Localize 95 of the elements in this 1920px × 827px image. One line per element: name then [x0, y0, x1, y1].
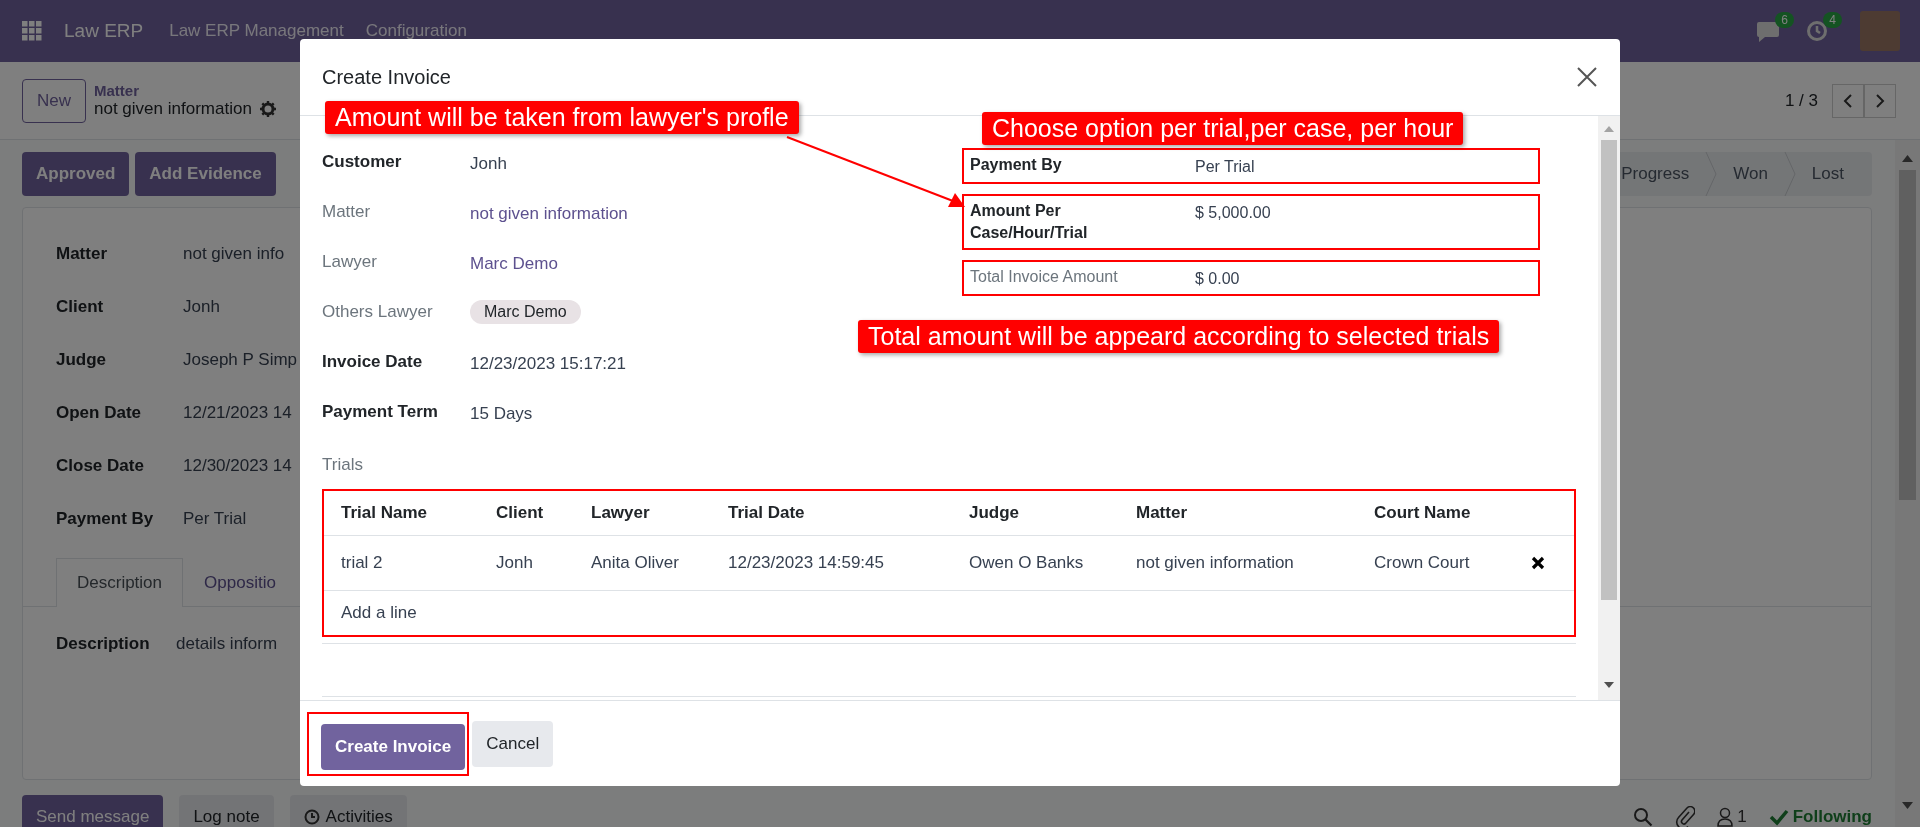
column-header: Matter	[1135, 491, 1373, 536]
add-line-link[interactable]: Add a line	[341, 603, 417, 622]
column-header: Client	[495, 491, 590, 536]
field-link[interactable]: not given information	[470, 198, 628, 224]
field-value: 15 Days	[470, 403, 533, 424]
close-icon	[1576, 66, 1598, 88]
send-message-button[interactable]: Send message	[22, 795, 164, 827]
field-value: 12/30/2023 14	[183, 456, 292, 476]
field-value: Jonh	[183, 297, 220, 317]
field-label: Matter	[322, 201, 372, 222]
previous-button[interactable]	[1832, 83, 1864, 118]
chat-icon[interactable]	[1756, 20, 1780, 42]
menu-item[interactable]: Law ERP Management	[169, 21, 344, 41]
field-label: Client	[56, 297, 105, 317]
field-label: Judge	[56, 350, 108, 370]
field-value: details inform	[176, 634, 278, 654]
field-label: Total Invoice Amount	[970, 267, 1119, 287]
status-stage[interactable]: Won	[1717, 164, 1784, 184]
tab[interactable]: Description	[56, 558, 184, 607]
field-value: not given info	[183, 244, 285, 264]
record-name: not given information	[94, 99, 252, 119]
field-label: Payment By	[56, 509, 155, 529]
delete-icon	[1531, 556, 1545, 570]
field-value: 12/23/2023 15:17:21	[470, 353, 626, 374]
annotation-callout: Choose option per trial,per case, per hour	[982, 112, 1464, 145]
status-stage[interactable]: Lost	[1795, 164, 1860, 184]
clock-icon[interactable]	[1806, 20, 1828, 42]
activities-button[interactable]: Activities	[289, 795, 407, 827]
clock-icon	[303, 809, 320, 825]
table-cell: 12/23/2023 14:59:45	[727, 535, 968, 591]
field-label: Customer	[322, 151, 403, 172]
field-label: Amount Per Case/Hour/Trial	[970, 201, 1089, 243]
field-link[interactable]: Marc Demo	[470, 248, 558, 274]
field-label: Matter	[56, 244, 108, 264]
field-value: Joseph P Simp	[183, 350, 298, 370]
section-label: Trials	[322, 455, 364, 475]
field-value: $ 5,000.00	[1195, 203, 1271, 223]
tab[interactable]: Oppositio	[183, 558, 297, 607]
tag: Marc Demo	[470, 300, 581, 324]
count-badge: 6	[1775, 12, 1794, 28]
following-button[interactable]: Following	[1768, 807, 1872, 827]
table-cell: trial 2	[324, 535, 495, 591]
field-label: Others Lawyer	[322, 301, 434, 322]
field-value: 12/21/2023 14	[183, 403, 292, 423]
field-label: Description	[56, 634, 151, 654]
field-label: Invoice Date	[322, 351, 424, 372]
check-icon	[1768, 808, 1789, 826]
app-name[interactable]: Law ERP	[64, 20, 144, 42]
chevron-divider-icon	[1783, 152, 1796, 196]
annotation-callout: Amount will be taken from lawyer's profle	[325, 101, 799, 134]
table-cell: Owen O Banks	[968, 535, 1135, 591]
page-scrollbar[interactable]	[1895, 140, 1920, 827]
cancel-button[interactable]: Cancel	[472, 720, 554, 767]
gear-icon[interactable]	[259, 101, 276, 117]
table-cell: not given information	[1135, 535, 1373, 591]
chevron-right-icon	[1875, 92, 1885, 109]
field-value: Per Trial	[183, 509, 247, 529]
count-badge: 4	[1823, 12, 1842, 28]
field-value: Per Trial	[1195, 157, 1255, 177]
field-label: Close Date	[56, 456, 145, 476]
field-label: Payment Term	[322, 401, 439, 422]
chevron-divider-icon	[1705, 152, 1718, 196]
field-label: Lawyer	[322, 251, 378, 272]
log-note-button[interactable]: Log note	[179, 795, 274, 827]
paperclip-icon[interactable]	[1675, 806, 1696, 827]
create-invoice-button[interactable]: Create Invoice	[321, 723, 466, 770]
column-header: Trial Name	[324, 491, 495, 536]
next-button[interactable]	[1864, 83, 1896, 118]
action-button[interactable]: Approved	[22, 152, 130, 196]
column-header: Trial Date	[727, 491, 968, 536]
table-cell: Crown Court	[1373, 535, 1530, 591]
field-value: Jonh	[470, 153, 507, 174]
table-cell: Anita Oliver	[590, 535, 727, 591]
search-icon[interactable]	[1633, 807, 1654, 827]
followers-button[interactable]: 1	[1717, 807, 1747, 827]
column-header: Judge	[968, 491, 1135, 536]
table-cell: Jonh	[495, 535, 590, 591]
person-icon	[1717, 807, 1734, 827]
dialog-title: Create Invoice	[322, 65, 451, 89]
close-button[interactable]	[1576, 66, 1598, 88]
apps-menu-icon[interactable]	[22, 21, 42, 41]
menu-item[interactable]: Configuration	[365, 21, 467, 41]
annotation-callout: Total amount will be appeard according to selected trials	[858, 320, 1500, 353]
column-header: Court Name	[1373, 491, 1530, 536]
pager-text: 1 / 3	[1784, 90, 1818, 111]
chevron-left-icon	[1843, 92, 1853, 109]
breadcrumb-link[interactable]: Matter	[94, 82, 276, 99]
scrollbar[interactable]	[1598, 116, 1620, 700]
new-button[interactable]: New	[22, 78, 86, 123]
field-label: Payment By	[970, 155, 1063, 175]
field-value: $ 0.00	[1195, 269, 1240, 289]
delete-button[interactable]	[1531, 556, 1545, 570]
field-label: Open Date	[56, 403, 143, 423]
action-button[interactable]: Add Evidence	[135, 152, 276, 196]
column-header: Lawyer	[590, 491, 727, 536]
